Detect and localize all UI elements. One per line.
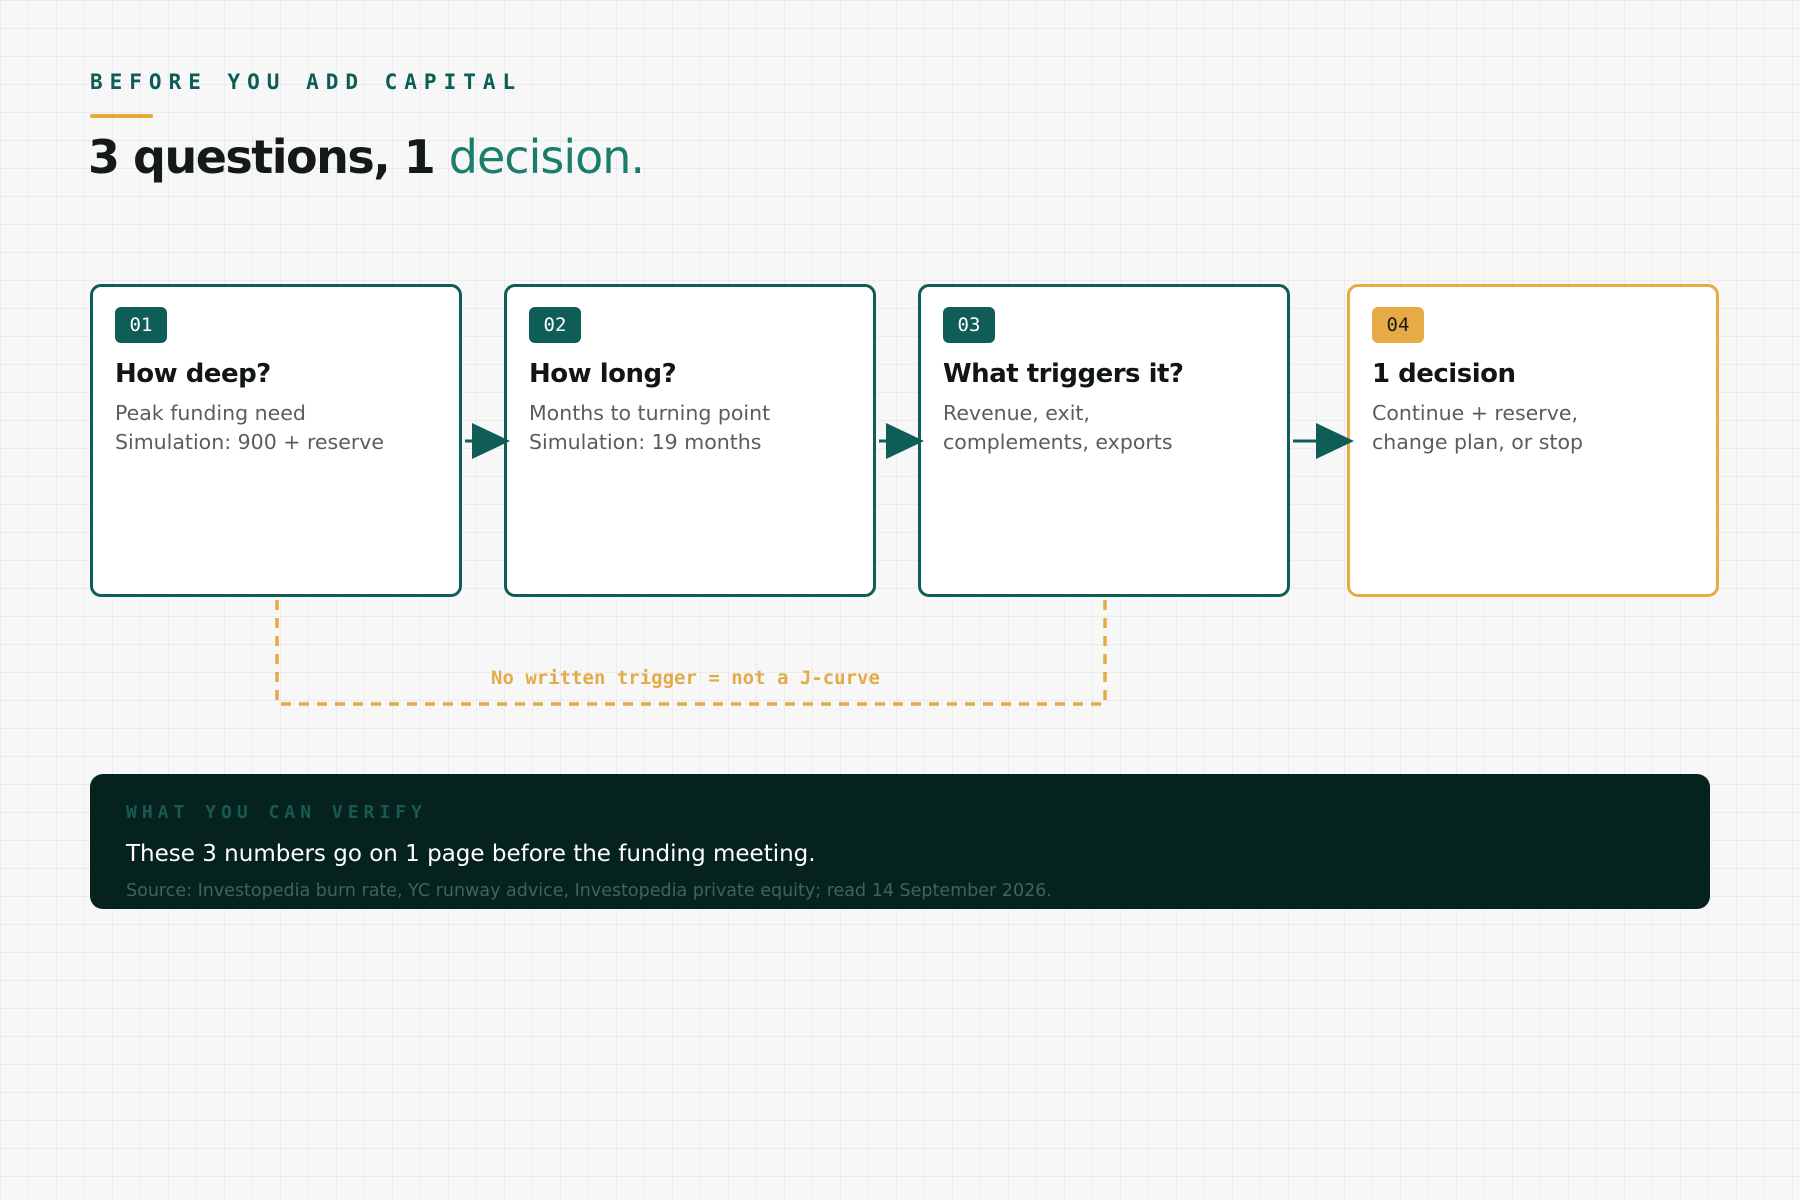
step-card-3: 03 What triggers it? Revenue, exit, comp… bbox=[918, 284, 1290, 597]
decision-line-b: change plan, or stop bbox=[1372, 430, 1584, 454]
decision-title: 1 decision bbox=[1372, 359, 1516, 389]
decision-badge: 04 bbox=[1372, 307, 1424, 343]
connector-label: No written trigger = not a J-curve bbox=[491, 667, 880, 689]
decision-line-a: Continue + reserve, bbox=[1372, 401, 1578, 425]
decision-card: 04 1 decision Continue + reserve, change… bbox=[1347, 284, 1719, 597]
step-title-3: What triggers it? bbox=[943, 359, 1184, 389]
step-card-1: 01 How deep? Peak funding need Simulatio… bbox=[90, 284, 462, 597]
step-badge-1: 01 bbox=[115, 307, 167, 343]
verify-panel: WHAT YOU CAN VERIFY These 3 numbers go o… bbox=[90, 774, 1710, 909]
step-card-2: 02 How long? Months to turning point Sim… bbox=[504, 284, 876, 597]
page-title-accent: decision. bbox=[448, 130, 645, 184]
arrow-3-to-decision bbox=[1293, 423, 1354, 459]
step-line-1a: Peak funding need bbox=[115, 401, 306, 425]
step-title-2: How long? bbox=[529, 359, 677, 389]
step-line-1b: Simulation: 900 + reserve bbox=[115, 430, 385, 454]
step-badge-3: 03 bbox=[943, 307, 995, 343]
step-badge-2: 02 bbox=[529, 307, 581, 343]
step-line-3a: Revenue, exit, bbox=[943, 401, 1090, 425]
page-title-main: 3 questions, 1 bbox=[88, 130, 436, 184]
page-title: 3 questions, 1 decision. bbox=[88, 130, 645, 184]
eyebrow-label: BEFORE YOU ADD CAPITAL bbox=[90, 70, 523, 94]
eyebrow-underline bbox=[90, 114, 153, 118]
step-line-3b: complements, exports bbox=[943, 430, 1173, 454]
panel-statement: These 3 numbers go on 1 page before the … bbox=[126, 841, 816, 867]
step-title-1: How deep? bbox=[115, 359, 271, 389]
step-line-2a: Months to turning point bbox=[529, 401, 771, 425]
dashed-feedback-loop bbox=[275, 600, 1107, 706]
panel-source: Source: Investopedia burn rate, YC runwa… bbox=[126, 881, 1052, 901]
step-line-2b: Simulation: 19 months bbox=[529, 430, 762, 454]
panel-eyebrow: WHAT YOU CAN VERIFY bbox=[126, 802, 427, 823]
